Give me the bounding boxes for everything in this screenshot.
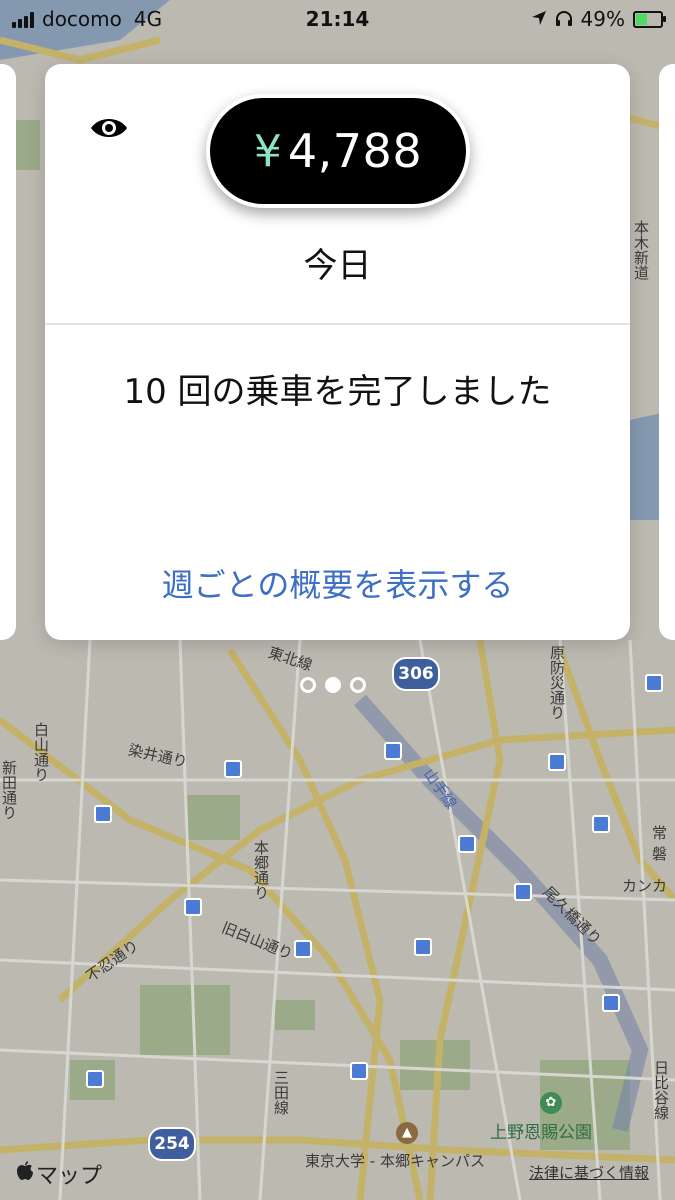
completed-trips-text: 10 回の乗車を完了しました bbox=[123, 372, 552, 412]
network-type: 4G bbox=[133, 7, 163, 31]
earnings-card: ¥ 4,788 今日 10 回の乗車を完了しました 週ごとの概要を表示する bbox=[45, 64, 630, 640]
page-dot-active[interactable] bbox=[325, 677, 341, 693]
carrier-name: docomo bbox=[42, 7, 122, 31]
page-dot[interactable] bbox=[350, 677, 366, 693]
station-icon[interactable] bbox=[548, 753, 566, 771]
currency-symbol: ¥ bbox=[253, 125, 282, 177]
battery-percent: 49% bbox=[580, 7, 625, 31]
maps-brand-text: マップ bbox=[36, 1164, 103, 1189]
page-dot[interactable] bbox=[300, 677, 316, 693]
station-icon[interactable] bbox=[224, 760, 242, 778]
earnings-amount: 4,788 bbox=[287, 124, 423, 178]
station-icon[interactable] bbox=[184, 898, 202, 916]
station-icon[interactable] bbox=[602, 994, 620, 1012]
earnings-amount-pill[interactable]: ¥ 4,788 bbox=[206, 94, 470, 208]
station-icon[interactable] bbox=[645, 674, 663, 692]
map-label-joban: 常磐 bbox=[652, 824, 668, 863]
map-label-harakata: 原防災通り bbox=[548, 645, 566, 720]
weekly-summary-link[interactable]: 週ごとの概要を表示する bbox=[45, 560, 630, 606]
location-arrow-icon bbox=[531, 7, 547, 31]
divider bbox=[45, 323, 630, 325]
station-icon[interactable] bbox=[384, 742, 402, 760]
period-label: 今日 bbox=[303, 246, 372, 286]
map-label-ueno-park: 上野恩賜公園 bbox=[490, 1123, 592, 1143]
station-icon[interactable] bbox=[350, 1062, 368, 1080]
apple-logo-icon bbox=[16, 1161, 34, 1187]
station-icon[interactable] bbox=[294, 940, 312, 958]
station-icon[interactable] bbox=[86, 1070, 104, 1088]
map-label-mita: 三田線 bbox=[272, 1070, 290, 1115]
map-label-motoki: 本木新道 bbox=[632, 220, 650, 280]
park-icon[interactable]: ✿ bbox=[540, 1092, 562, 1114]
signal-strength-icon bbox=[12, 10, 34, 28]
station-icon[interactable] bbox=[592, 815, 610, 833]
map-label-hakusan: 白山通り bbox=[32, 722, 50, 782]
station-icon[interactable] bbox=[514, 883, 532, 901]
map-label-shinden: 新田通り bbox=[0, 760, 18, 820]
station-icon[interactable] bbox=[458, 835, 476, 853]
station-icon[interactable] bbox=[94, 805, 112, 823]
eye-icon[interactable] bbox=[89, 114, 129, 142]
map-label-todai: 東京大学 - 本郷キャンパス bbox=[305, 1152, 485, 1170]
map-label-hibiya: 日比谷線 bbox=[652, 1060, 670, 1120]
route-306-badge: 306 bbox=[392, 657, 440, 691]
headphones-icon bbox=[555, 7, 573, 31]
station-icon[interactable] bbox=[414, 938, 432, 956]
map-label-kanka: カンカ bbox=[622, 877, 668, 895]
map-label-hongo: 本郷通り bbox=[252, 840, 270, 900]
battery-icon bbox=[633, 10, 666, 28]
route-254-badge: 254 bbox=[148, 1127, 196, 1161]
status-bar: docomo 4G 21:14 49% bbox=[0, 0, 675, 38]
apple-maps-logo: マップ bbox=[16, 1158, 102, 1190]
page-indicator[interactable] bbox=[300, 677, 366, 693]
previous-card-peek[interactable] bbox=[0, 64, 16, 640]
legal-info-link[interactable]: 法律に基づく情報 bbox=[529, 1162, 649, 1183]
next-card-peek[interactable] bbox=[659, 64, 675, 640]
university-icon[interactable]: ▲ bbox=[396, 1122, 418, 1144]
